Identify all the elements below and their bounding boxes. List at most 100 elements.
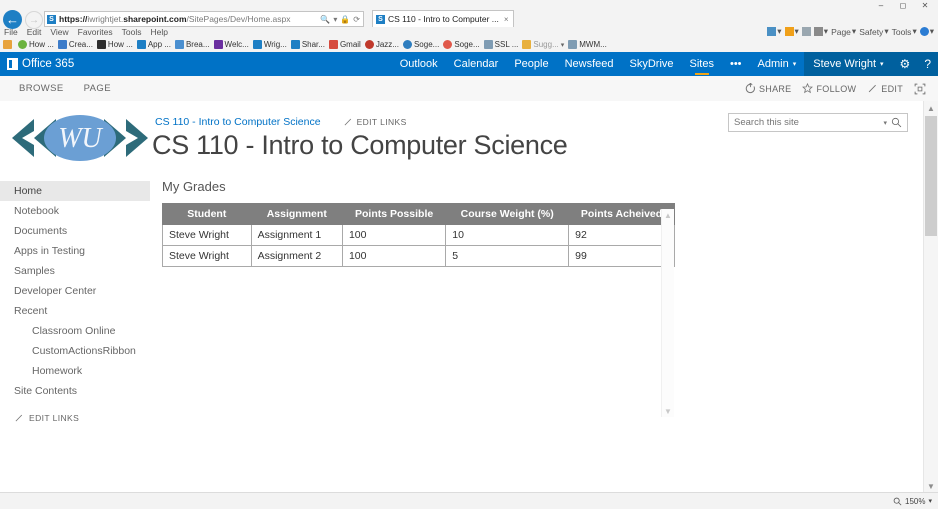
pencil-icon xyxy=(15,414,23,422)
menu-tools[interactable]: Tools xyxy=(122,27,142,37)
address-bar[interactable]: S https://iwrightjet.sharepoint.com/Site… xyxy=(44,11,364,27)
page-scrollbar[interactable]: ▲ ▼ xyxy=(923,101,938,493)
bookmark-item[interactable]: How ... xyxy=(18,40,54,49)
help-icon[interactable]: ▾ xyxy=(919,26,934,37)
bookmark-item[interactable]: How ... xyxy=(96,40,133,49)
chevron-down-icon[interactable]: ▾ xyxy=(333,15,337,24)
favicon xyxy=(213,40,223,49)
bookmark-item[interactable] xyxy=(3,40,14,49)
scroll-up-icon[interactable]: ▲ xyxy=(924,101,938,115)
suite-link-sites[interactable]: Sites xyxy=(682,52,722,76)
suite-link-newsfeed[interactable]: Newsfeed xyxy=(557,52,622,76)
column-header-assignment[interactable]: Assignment xyxy=(250,203,343,225)
sidebar-item-documents[interactable]: Documents xyxy=(0,221,150,241)
bookmark-item[interactable]: MWM... xyxy=(568,40,607,49)
follow-button[interactable]: FOLLOW xyxy=(802,83,856,94)
sidebar-item-classroom-online[interactable]: Classroom Online xyxy=(0,321,150,341)
page-menu-button[interactable]: Page ▾ xyxy=(831,26,856,37)
gear-icon[interactable]: ⚙ xyxy=(893,52,918,76)
ribbon-tab-page[interactable]: PAGE xyxy=(74,76,121,101)
site-logo[interactable]: WU xyxy=(8,109,152,167)
breadcrumb[interactable]: CS 110 - Intro to Computer Science xyxy=(155,116,321,128)
chevron-down-icon[interactable]: ▼ xyxy=(662,405,674,417)
chevron-down-icon[interactable]: ▾ xyxy=(879,119,891,127)
browser-tab[interactable]: S CS 110 - Intro to Computer ... × xyxy=(372,10,514,27)
feed-icon[interactable]: ▾ xyxy=(784,26,799,37)
column-header-points-acheived[interactable]: Points Acheived xyxy=(568,203,675,225)
menu-help[interactable]: Help xyxy=(150,27,167,37)
refresh-icon[interactable]: ⟳ xyxy=(353,15,360,24)
bookmark-item[interactable]: SSL ... xyxy=(483,40,518,49)
cell-student: Steve Wright xyxy=(162,224,252,246)
help-icon[interactable]: ? xyxy=(917,52,938,76)
office365-brand[interactable]: Office 365 xyxy=(7,58,74,70)
bookmark-item[interactable]: Brea... xyxy=(174,40,210,49)
suite-overflow-button[interactable]: ••• xyxy=(722,52,750,76)
table-row[interactable]: Steve Wright Assignment 2 100 5 99 xyxy=(162,245,675,267)
sidebar-item-homework[interactable]: Homework xyxy=(0,361,150,381)
print-icon[interactable]: ▾ xyxy=(813,26,828,37)
suite-link-outlook[interactable]: Outlook xyxy=(392,52,446,76)
search-input[interactable] xyxy=(729,116,880,129)
sidebar-item-recent[interactable]: Recent xyxy=(0,301,150,321)
tools-menu-button[interactable]: Tools ▾ xyxy=(892,26,917,37)
column-header-course-weight[interactable]: Course Weight (%) xyxy=(445,203,570,225)
sidebar-item-developer-center[interactable]: Developer Center xyxy=(0,281,150,301)
edit-links-top-button[interactable]: EDIT LINKS xyxy=(343,117,407,127)
scroll-down-icon[interactable]: ▼ xyxy=(924,479,938,493)
sidebar-item-notebook[interactable]: Notebook xyxy=(0,201,150,221)
bookmark-folder[interactable]: Sugg... ▾ xyxy=(522,40,564,49)
bookmark-item[interactable]: App ... xyxy=(136,40,171,49)
bookmark-item[interactable]: Welc... xyxy=(213,40,249,49)
focus-on-content-button[interactable] xyxy=(914,83,926,95)
table-row[interactable]: Steve Wright Assignment 1 100 10 92 xyxy=(162,224,675,246)
user-menu[interactable]: Steve Wright ▾ xyxy=(804,52,892,76)
suite-link-admin[interactable]: Admin ▾ xyxy=(750,52,805,76)
suite-link-skydrive[interactable]: SkyDrive xyxy=(622,52,682,76)
bookmark-item[interactable]: Soge... xyxy=(402,40,439,49)
sidebar-item-home[interactable]: Home xyxy=(0,181,150,201)
menu-favorites[interactable]: Favorites xyxy=(78,27,113,37)
share-button[interactable]: SHARE xyxy=(745,83,792,94)
search-icon[interactable]: 🔍 xyxy=(320,15,330,24)
bookmark-item[interactable]: Gmail xyxy=(328,40,361,49)
bookmark-item[interactable]: Wrig... xyxy=(252,40,287,49)
sidebar-item-site-contents[interactable]: Site Contents xyxy=(0,381,150,401)
sidebar-item-apps-in-testing[interactable]: Apps in Testing xyxy=(0,241,150,261)
scrollbar-thumb[interactable] xyxy=(925,116,937,236)
bookmark-item[interactable]: Shar... xyxy=(290,40,325,49)
cell-student: Steve Wright xyxy=(162,245,252,267)
menu-file[interactable]: File xyxy=(4,27,18,37)
browser-tab-title: CS 110 - Intro to Computer ... xyxy=(388,14,499,24)
edit-button[interactable]: EDIT xyxy=(867,83,903,94)
search-icon[interactable] xyxy=(891,117,907,128)
suite-link-calendar[interactable]: Calendar xyxy=(446,52,507,76)
suite-link-people[interactable]: People xyxy=(506,52,556,76)
gmail-icon xyxy=(328,40,338,49)
bookmark-item[interactable]: Crea... xyxy=(57,40,93,49)
home-icon[interactable]: ▾ xyxy=(767,26,782,37)
sidebar-item-samples[interactable]: Samples xyxy=(0,261,150,281)
webpart-title: My Grades xyxy=(162,179,226,194)
edit-links-nav-button[interactable]: EDIT LINKS xyxy=(0,413,150,423)
webpart-scrollbar[interactable]: ▲ ▼ xyxy=(661,209,674,417)
lock-icon: 🔒 xyxy=(340,14,351,24)
safety-menu-button[interactable]: Safety ▾ xyxy=(859,26,888,37)
favicon xyxy=(18,40,27,49)
mail-icon[interactable] xyxy=(801,27,811,36)
zoom-control[interactable]: 150% ▾ xyxy=(893,497,938,506)
menu-view[interactable]: View xyxy=(50,27,68,37)
tab-close-icon[interactable]: × xyxy=(504,15,509,24)
bookmark-item[interactable]: Soge... xyxy=(443,40,480,49)
ribbon-tab-browse[interactable]: BROWSE xyxy=(9,76,74,101)
menu-edit[interactable]: Edit xyxy=(27,27,42,37)
search-box[interactable]: ▾ xyxy=(728,113,908,132)
sidebar-item-customactionsribbon[interactable]: CustomActionsRibbon xyxy=(0,341,150,361)
office365-suite-bar: Office 365 Outlook Calendar People Newsf… xyxy=(0,52,938,76)
address-bar-icons: 🔍 ▾ 🔒 ⟳ xyxy=(320,15,361,24)
column-header-student[interactable]: Student xyxy=(162,203,252,225)
cell-points-acheived: 99 xyxy=(568,245,675,267)
column-header-points-possible[interactable]: Points Possible xyxy=(341,203,447,225)
chevron-up-icon[interactable]: ▲ xyxy=(662,209,674,221)
bookmark-item[interactable]: Jazz... xyxy=(364,40,399,49)
